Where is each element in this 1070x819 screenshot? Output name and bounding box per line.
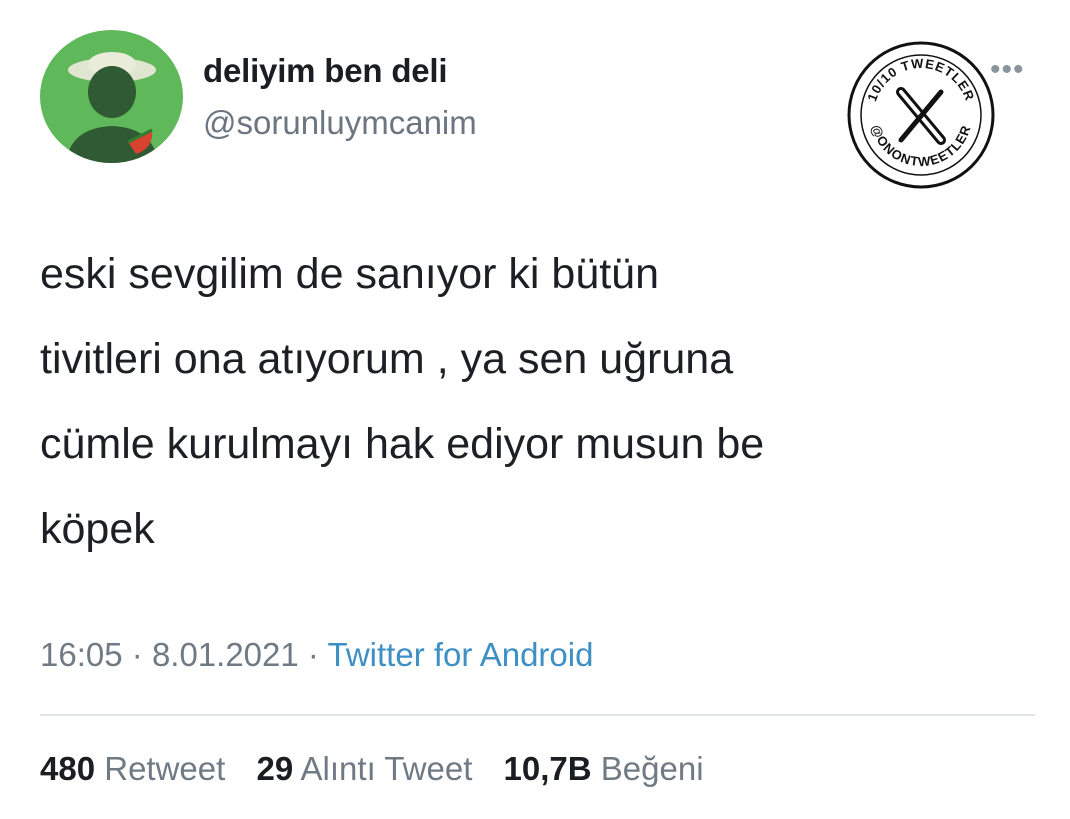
tweet-line: eski sevgilim de sanıyor ki bütün xyxy=(40,250,660,298)
tweet-line: tivitleri ona atıyorum , ya sen uğruna xyxy=(40,335,734,383)
source-link[interactable]: Twitter for Android xyxy=(328,636,594,673)
tweet-line: köpek xyxy=(40,505,155,553)
divider xyxy=(40,714,1035,716)
quote-label: Alıntı Tweet xyxy=(300,750,473,787)
tweet-date[interactable]: 8.01.2021 xyxy=(152,636,299,673)
like-count: 10,7B xyxy=(503,750,592,787)
tweet-line: cümle kurulmayı hak ediyor musun be xyxy=(40,420,765,468)
meta-separator: · xyxy=(307,636,319,673)
tweet-text: eski sevgilim de sanıyor ki bütün tivitl… xyxy=(40,232,1040,572)
tweet-card: deliyim ben deli @sorunluymcanim ••• 10/… xyxy=(0,0,1070,819)
retweet-label: Retweet xyxy=(104,750,226,787)
retweet-stat[interactable]: 480 Retweet xyxy=(40,750,225,788)
quote-stat[interactable]: 29 Alıntı Tweet xyxy=(256,750,472,788)
like-label: Beğeni xyxy=(600,750,704,787)
tweet-stats: 480 Retweet 29 Alıntı Tweet 10,7B Beğeni xyxy=(40,750,726,788)
user-handle[interactable]: @sorunluymcanim xyxy=(203,104,477,142)
display-name[interactable]: deliyim ben deli xyxy=(203,52,448,90)
watermark-badge: 10/10 TWEETLER @ONONTWEETLER xyxy=(847,41,995,189)
avatar[interactable] xyxy=(40,30,183,163)
like-stat[interactable]: 10,7B Beğeni xyxy=(504,750,704,788)
tweet-time[interactable]: 16:05 xyxy=(40,636,123,673)
quote-count: 29 xyxy=(256,750,294,787)
retweet-count: 480 xyxy=(40,750,96,787)
meta-separator: · xyxy=(131,636,143,673)
tweet-meta: 16:05 · 8.01.2021 · Twitter for Android xyxy=(40,636,593,674)
